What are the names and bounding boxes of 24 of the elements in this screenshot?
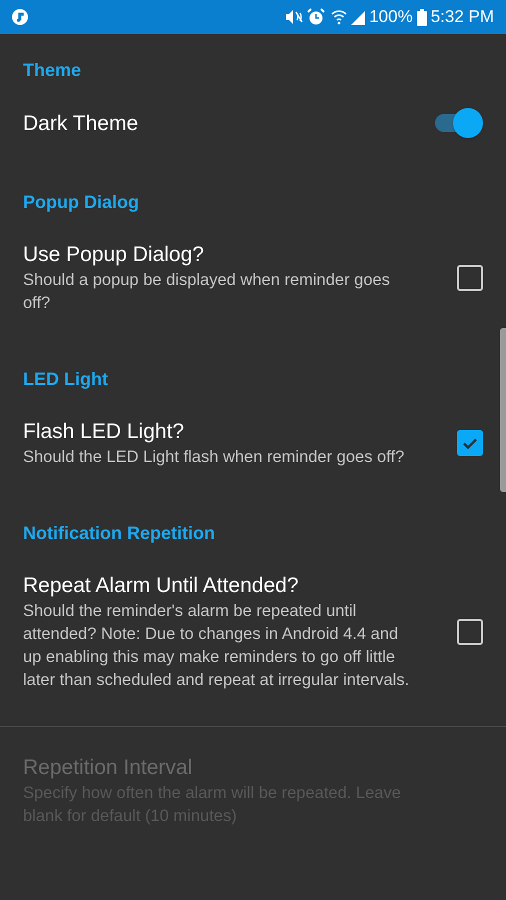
mute-icon [285, 9, 304, 25]
alarm-icon [307, 8, 326, 26]
toggle-switch[interactable] [435, 108, 483, 138]
section-header: Theme [22, 59, 82, 82]
section-header: LED Light [22, 368, 109, 391]
wifi-icon [331, 9, 348, 25]
clock-time: 5:32 PM [430, 6, 494, 28]
battery-icon [416, 8, 427, 26]
setting-summary: Should the reminder's alarm be repeated until attended? Note: Due to changes in Android 4.4 and up enabling this may make reminders to go off little later than scheduled and repeat at irregular intervals. [23, 601, 410, 691]
setting-summary: Should a popup be displayed when reminder goes off? [23, 270, 391, 314]
setting-title: Repeat Alarm Until Attended? [23, 573, 300, 599]
section-header: Popup Dialog [22, 191, 140, 214]
setting-title: Repetition Interval [23, 755, 194, 781]
checkbox[interactable] [457, 264, 483, 290]
setting-summary: Should the LED Light flash when reminder goes off? [23, 447, 406, 468]
setting-title: Flash LED Light? [23, 419, 186, 445]
battery-percent: 100% [369, 6, 413, 28]
checkbox[interactable] [457, 430, 483, 456]
setting-title: Use Popup Dialog? [23, 242, 205, 268]
section-header: Notification Repetition [22, 522, 216, 545]
setting-title: Dark Theme [23, 110, 140, 136]
music-note-icon [12, 9, 28, 25]
checkbox[interactable] [457, 618, 483, 644]
signal-icon [351, 9, 366, 25]
